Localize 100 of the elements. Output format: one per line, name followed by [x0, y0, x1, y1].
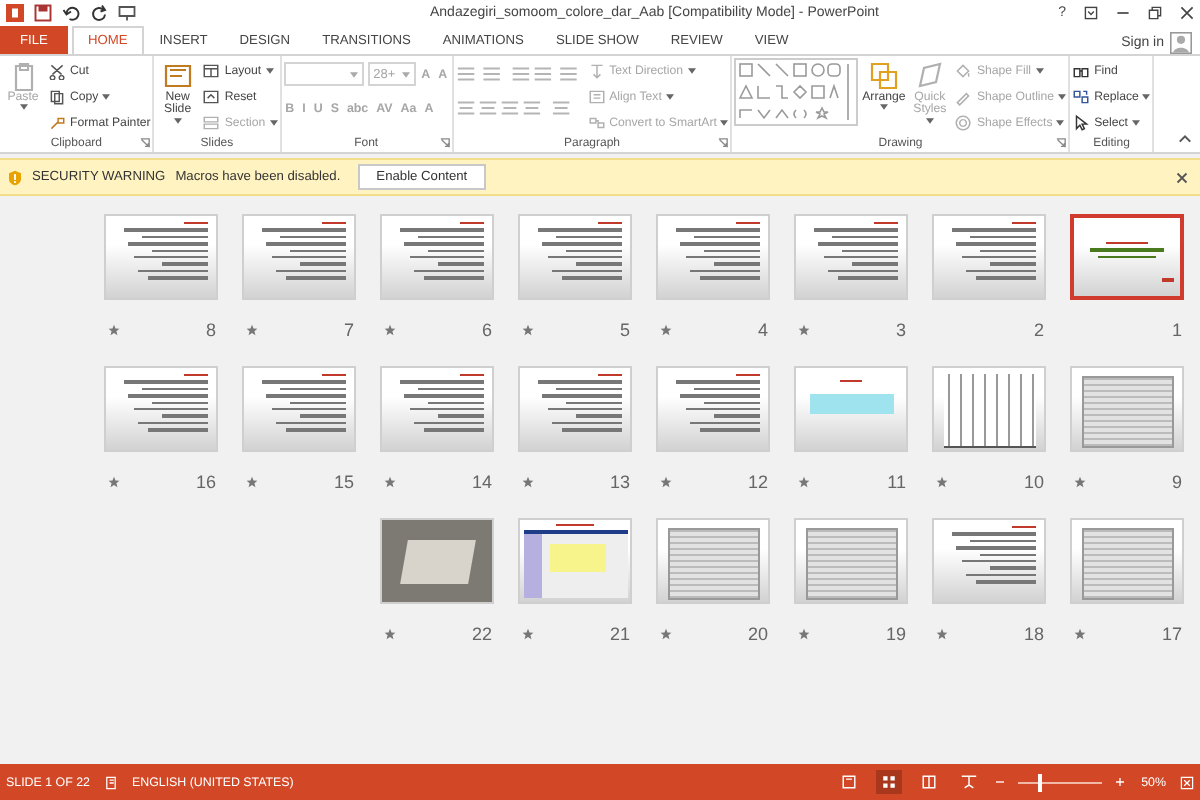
slide-number: 1 — [1171, 320, 1182, 340]
close-icon[interactable] — [1180, 6, 1194, 20]
slide-number: 8 — [205, 320, 216, 340]
slide-number: 2 — [1033, 320, 1044, 340]
undo-icon[interactable] — [62, 4, 80, 22]
zoom-in-icon[interactable] — [1115, 778, 1124, 786]
caret-icon — [879, 104, 888, 111]
ribbon-display-icon[interactable] — [1084, 6, 1098, 20]
restore-icon[interactable] — [1148, 6, 1162, 20]
slide-thumbnail[interactable] — [1070, 214, 1184, 300]
caret-icon — [269, 119, 278, 125]
transition-icon[interactable] — [798, 324, 810, 336]
brush-icon — [48, 113, 66, 131]
reset-icon — [202, 87, 221, 105]
scissors-icon — [48, 61, 66, 79]
slide-number: 17 — [1161, 624, 1182, 644]
collapse-ribbon-icon[interactable] — [1178, 134, 1192, 144]
caret-icon — [1056, 119, 1065, 125]
transition-icon[interactable] — [660, 628, 672, 640]
caret-icon — [1132, 119, 1140, 125]
transition-icon[interactable] — [1074, 628, 1086, 640]
minimize-icon[interactable] — [1116, 6, 1130, 20]
dialog-launcher-icon[interactable] — [718, 138, 729, 148]
slide-number: 22 — [471, 624, 492, 644]
replace-icon — [1072, 87, 1091, 105]
caret-icon — [401, 71, 410, 77]
user-avatar-icon[interactable] — [1170, 32, 1192, 54]
effects-icon — [954, 113, 973, 131]
slide-number: 7 — [343, 320, 354, 340]
zoom-out-icon[interactable] — [995, 778, 1004, 786]
transition-icon[interactable] — [936, 628, 948, 640]
caret-icon — [349, 71, 358, 77]
presentation-icon[interactable] — [118, 4, 136, 22]
quick-styles-icon — [913, 60, 946, 92]
caret-icon — [1035, 67, 1044, 73]
save-icon[interactable] — [34, 4, 52, 22]
transition-icon[interactable] — [108, 476, 120, 488]
slide-number: 19 — [885, 624, 906, 644]
transition-icon[interactable] — [384, 628, 396, 640]
fit-to-window-icon[interactable] — [1180, 775, 1194, 789]
caret-icon — [687, 67, 695, 73]
caret-icon — [925, 117, 934, 124]
slide-number: 14 — [471, 472, 492, 492]
transition-icon[interactable] — [384, 324, 396, 336]
slide-number: 3 — [895, 320, 906, 340]
slide-number: 6 — [481, 320, 492, 340]
slide-number: 11 — [887, 472, 906, 492]
slide-icon — [161, 60, 194, 92]
slide-sorter-view-icon[interactable] — [875, 770, 902, 794]
layout-icon — [202, 61, 221, 79]
transition-icon[interactable] — [660, 324, 672, 336]
slide-number: 21 — [609, 624, 630, 644]
section-icon — [202, 113, 221, 131]
transition-icon[interactable] — [384, 476, 396, 488]
caret-icon — [265, 67, 274, 73]
transition-icon[interactable] — [660, 476, 672, 488]
transition-icon[interactable] — [108, 324, 120, 336]
notes-icon[interactable] — [103, 775, 118, 789]
redo-icon[interactable] — [90, 4, 108, 22]
dialog-launcher-icon[interactable] — [439, 138, 450, 148]
cursor-icon — [1072, 113, 1091, 131]
transition-icon[interactable] — [246, 476, 258, 488]
transition-icon[interactable] — [936, 476, 948, 488]
arrange-icon — [867, 60, 900, 92]
paint-bucket-icon — [954, 61, 973, 79]
transition-icon[interactable] — [522, 628, 534, 640]
smartart-icon — [587, 113, 606, 131]
slide-number: 4 — [757, 320, 768, 340]
zoom-slider-thumb[interactable] — [1038, 773, 1043, 791]
transition-icon[interactable] — [1074, 476, 1086, 488]
transition-icon[interactable] — [522, 324, 534, 336]
align-text-icon — [587, 87, 606, 105]
copy-icon — [48, 87, 66, 105]
slide-number: 20 — [747, 624, 768, 644]
close-icon[interactable] — [1176, 171, 1188, 183]
shield-warning-icon — [8, 169, 22, 185]
slide-number: 5 — [619, 320, 630, 340]
caret-icon — [665, 93, 674, 99]
caret-icon — [1142, 93, 1151, 99]
transition-icon[interactable] — [246, 324, 258, 336]
slide-number: 13 — [609, 472, 630, 492]
text-direction-icon — [587, 61, 606, 79]
slide-number: 18 — [1023, 624, 1044, 644]
dialog-launcher-icon[interactable] — [140, 138, 151, 148]
transition-icon[interactable] — [798, 476, 810, 488]
slide-number: 10 — [1023, 472, 1044, 492]
caret-icon — [19, 104, 27, 111]
transition-icon[interactable] — [522, 476, 534, 488]
transition-icon[interactable] — [798, 628, 810, 640]
pen-icon — [954, 87, 973, 105]
caret-icon — [720, 119, 729, 125]
caret-icon — [173, 117, 182, 124]
slide-number: 16 — [195, 472, 216, 492]
caret-icon — [102, 93, 111, 99]
slide-number: 9 — [1171, 472, 1182, 492]
caret-icon — [1058, 93, 1067, 99]
photo-placeholder[interactable] — [380, 518, 494, 604]
dialog-launcher-icon[interactable] — [1056, 138, 1067, 148]
slide-number: 12 — [747, 472, 768, 492]
slide-number: 15 — [333, 472, 354, 492]
